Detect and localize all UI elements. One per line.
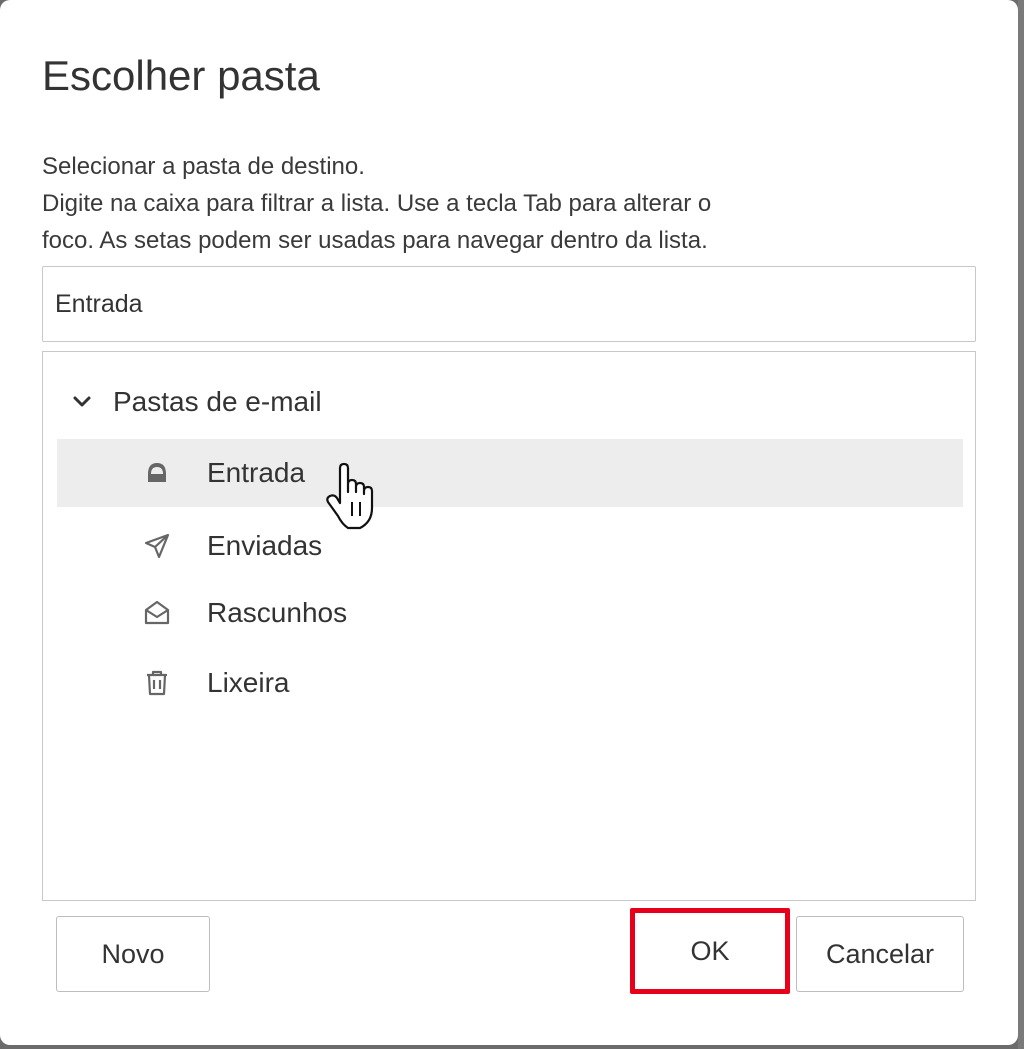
tree-group-label: Pastas de e-mail — [113, 386, 322, 417]
new-folder-button[interactable]: Novo — [56, 916, 210, 992]
dialog-description: Selecionar a pasta de destino. Digite na… — [42, 148, 942, 259]
folder-item-rascunhos[interactable]: Rascunhos — [57, 579, 963, 647]
folder-label: Enviadas — [207, 530, 323, 561]
description-line: Selecionar a pasta de destino. — [42, 153, 365, 180]
drafts-icon — [143, 599, 171, 627]
folder-label: Rascunhos — [207, 597, 348, 628]
description-line: foco. As setas podem ser usadas para nav… — [42, 227, 708, 254]
dialog-title: Escolher pasta — [42, 52, 320, 99]
send-icon — [143, 532, 171, 560]
trash-icon — [143, 669, 171, 697]
folder-label: Entrada — [207, 457, 306, 488]
hand-cursor-icon — [322, 462, 378, 532]
folder-item-lixeira[interactable]: Lixeira — [57, 649, 963, 717]
folder-item-entrada[interactable]: Entrada — [57, 439, 963, 507]
choose-folder-dialog: Escolher pasta Selecionar a pasta de des… — [0, 0, 1018, 1045]
cancel-button[interactable]: Cancelar — [796, 916, 964, 992]
background-edge — [1018, 0, 1024, 1049]
chevron-down-icon[interactable] — [71, 391, 93, 413]
tree-group-mail-folders[interactable]: Pastas de e-mail — [71, 380, 322, 424]
folder-label: Lixeira — [207, 667, 290, 698]
description-line: Digite na caixa para filtrar a lista. Us… — [42, 190, 712, 217]
ok-button[interactable]: OK — [630, 908, 790, 994]
folder-item-enviadas[interactable]: Enviadas — [57, 512, 963, 580]
inbox-icon — [143, 459, 171, 487]
folder-filter-input[interactable] — [42, 266, 976, 342]
folder-tree: Pastas de e-mail Entrada Enviadas Rascun… — [42, 351, 976, 901]
